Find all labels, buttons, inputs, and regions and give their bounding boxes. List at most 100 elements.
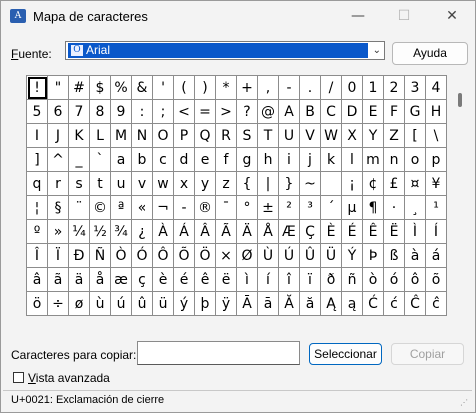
- character-cell[interactable]: f: [216, 148, 237, 172]
- character-cell[interactable]: ¨: [69, 196, 90, 220]
- character-cell[interactable]: þ: [195, 292, 216, 316]
- character-cell[interactable]: c: [153, 148, 174, 172]
- character-cell[interactable]: Ë: [384, 220, 405, 244]
- character-cell[interactable]: ß: [384, 244, 405, 268]
- character-cell[interactable]: <: [174, 100, 195, 124]
- character-cell[interactable]: Ā: [237, 292, 258, 316]
- character-cell[interactable]: É: [342, 220, 363, 244]
- character-cell[interactable]: F: [384, 100, 405, 124]
- character-cell[interactable]: ć: [384, 292, 405, 316]
- character-cell[interactable]: `: [90, 148, 111, 172]
- character-cell[interactable]: [321, 172, 342, 196]
- character-cell[interactable]: J: [48, 124, 69, 148]
- character-cell[interactable]: _: [69, 148, 90, 172]
- character-cell[interactable]: ¡: [342, 172, 363, 196]
- character-cell[interactable]: ": [48, 76, 69, 100]
- character-cell[interactable]: ý: [174, 292, 195, 316]
- character-cell[interactable]: ²: [279, 196, 300, 220]
- character-cell[interactable]: Ê: [363, 220, 384, 244]
- character-cell[interactable]: Ö: [195, 244, 216, 268]
- character-cell[interactable]: À: [153, 220, 174, 244]
- character-cell[interactable]: o: [405, 148, 426, 172]
- character-cell[interactable]: ¶: [363, 196, 384, 220]
- character-cell[interactable]: 0: [342, 76, 363, 100]
- grid-scrollbar[interactable]: [455, 75, 465, 326]
- character-cell[interactable]: í: [258, 268, 279, 292]
- character-cell[interactable]: *: [216, 76, 237, 100]
- character-cell[interactable]: 7: [69, 100, 90, 124]
- character-cell[interactable]: ×: [216, 244, 237, 268]
- character-cell[interactable]: õ: [426, 268, 447, 292]
- character-cell[interactable]: p: [426, 148, 447, 172]
- character-cell[interactable]: ¹: [426, 196, 447, 220]
- character-cell[interactable]: C: [321, 100, 342, 124]
- character-cell[interactable]: @: [258, 100, 279, 124]
- minimize-button[interactable]: —: [335, 1, 381, 31]
- character-cell[interactable]: ü: [153, 292, 174, 316]
- character-cell[interactable]: Ç: [300, 220, 321, 244]
- character-cell[interactable]: U: [279, 124, 300, 148]
- character-cell[interactable]: «: [132, 196, 153, 220]
- character-cell[interactable]: $: [90, 76, 111, 100]
- character-cell[interactable]: Ñ: [90, 244, 111, 268]
- character-cell[interactable]: H: [426, 100, 447, 124]
- character-cell[interactable]: º: [27, 220, 48, 244]
- character-cell[interactable]: B: [300, 100, 321, 124]
- character-cell[interactable]: Í: [426, 220, 447, 244]
- character-cell[interactable]: Á: [174, 220, 195, 244]
- character-cell[interactable]: Ĉ: [405, 292, 426, 316]
- character-cell[interactable]: Þ: [363, 244, 384, 268]
- character-cell[interactable]: ©: [90, 196, 111, 220]
- character-cell[interactable]: Ô: [153, 244, 174, 268]
- character-cell[interactable]: L: [90, 124, 111, 148]
- character-cell-selected[interactable]: !: [27, 76, 48, 100]
- character-grid[interactable]: ! " # $% & '() * +, -./0 1 2 3 4 5 6 7 8 9:; < = >? @ A B C D E F G H…: [26, 75, 447, 316]
- character-cell[interactable]: ®: [195, 196, 216, 220]
- character-cell[interactable]: ú: [111, 292, 132, 316]
- character-cell[interactable]: ±: [258, 196, 279, 220]
- character-cell[interactable]: ¼: [69, 220, 90, 244]
- character-cell[interactable]: :: [132, 100, 153, 124]
- character-cell[interactable]: A: [279, 100, 300, 124]
- character-cell[interactable]: #: [69, 76, 90, 100]
- character-cell[interactable]: 1: [363, 76, 384, 100]
- advanced-view-label[interactable]: Vista avanzada: [28, 371, 110, 385]
- character-cell[interactable]: £: [384, 172, 405, 196]
- character-cell[interactable]: Ą: [321, 292, 342, 316]
- character-cell[interactable]: ': [153, 76, 174, 100]
- character-cell[interactable]: 4: [426, 76, 447, 100]
- character-cell[interactable]: »: [48, 220, 69, 244]
- character-cell[interactable]: h: [258, 148, 279, 172]
- character-cell[interactable]: ¦: [27, 196, 48, 220]
- character-cell[interactable]: M: [111, 124, 132, 148]
- character-cell[interactable]: |: [258, 172, 279, 196]
- character-cell[interactable]: ă: [300, 292, 321, 316]
- character-cell[interactable]: ò: [363, 268, 384, 292]
- character-cell[interactable]: .: [300, 76, 321, 100]
- character-cell[interactable]: Ì: [405, 220, 426, 244]
- character-cell[interactable]: i: [279, 148, 300, 172]
- character-cell[interactable]: y: [195, 172, 216, 196]
- character-cell[interactable]: 3: [405, 76, 426, 100]
- character-cell[interactable]: Ó: [132, 244, 153, 268]
- character-cell[interactable]: }: [279, 172, 300, 196]
- character-cell[interactable]: µ: [342, 196, 363, 220]
- character-cell[interactable]: ·: [384, 196, 405, 220]
- character-cell[interactable]: n: [384, 148, 405, 172]
- character-cell[interactable]: Ú: [279, 244, 300, 268]
- character-cell[interactable]: 6: [48, 100, 69, 124]
- character-cell[interactable]: Ý: [342, 244, 363, 268]
- character-cell[interactable]: ¿: [132, 220, 153, 244]
- character-cell[interactable]: >: [216, 100, 237, 124]
- character-cell[interactable]: ): [195, 76, 216, 100]
- character-cell[interactable]: =: [195, 100, 216, 124]
- character-cell[interactable]: Æ: [279, 220, 300, 244]
- character-cell[interactable]: ā: [258, 292, 279, 316]
- character-cell[interactable]: Å: [258, 220, 279, 244]
- character-cell[interactable]: a: [111, 148, 132, 172]
- character-cell[interactable]: ½: [90, 220, 111, 244]
- character-cell[interactable]: l: [342, 148, 363, 172]
- character-cell[interactable]: °: [237, 196, 258, 220]
- advanced-view-checkbox[interactable]: [13, 372, 24, 383]
- character-cell[interactable]: 2: [384, 76, 405, 100]
